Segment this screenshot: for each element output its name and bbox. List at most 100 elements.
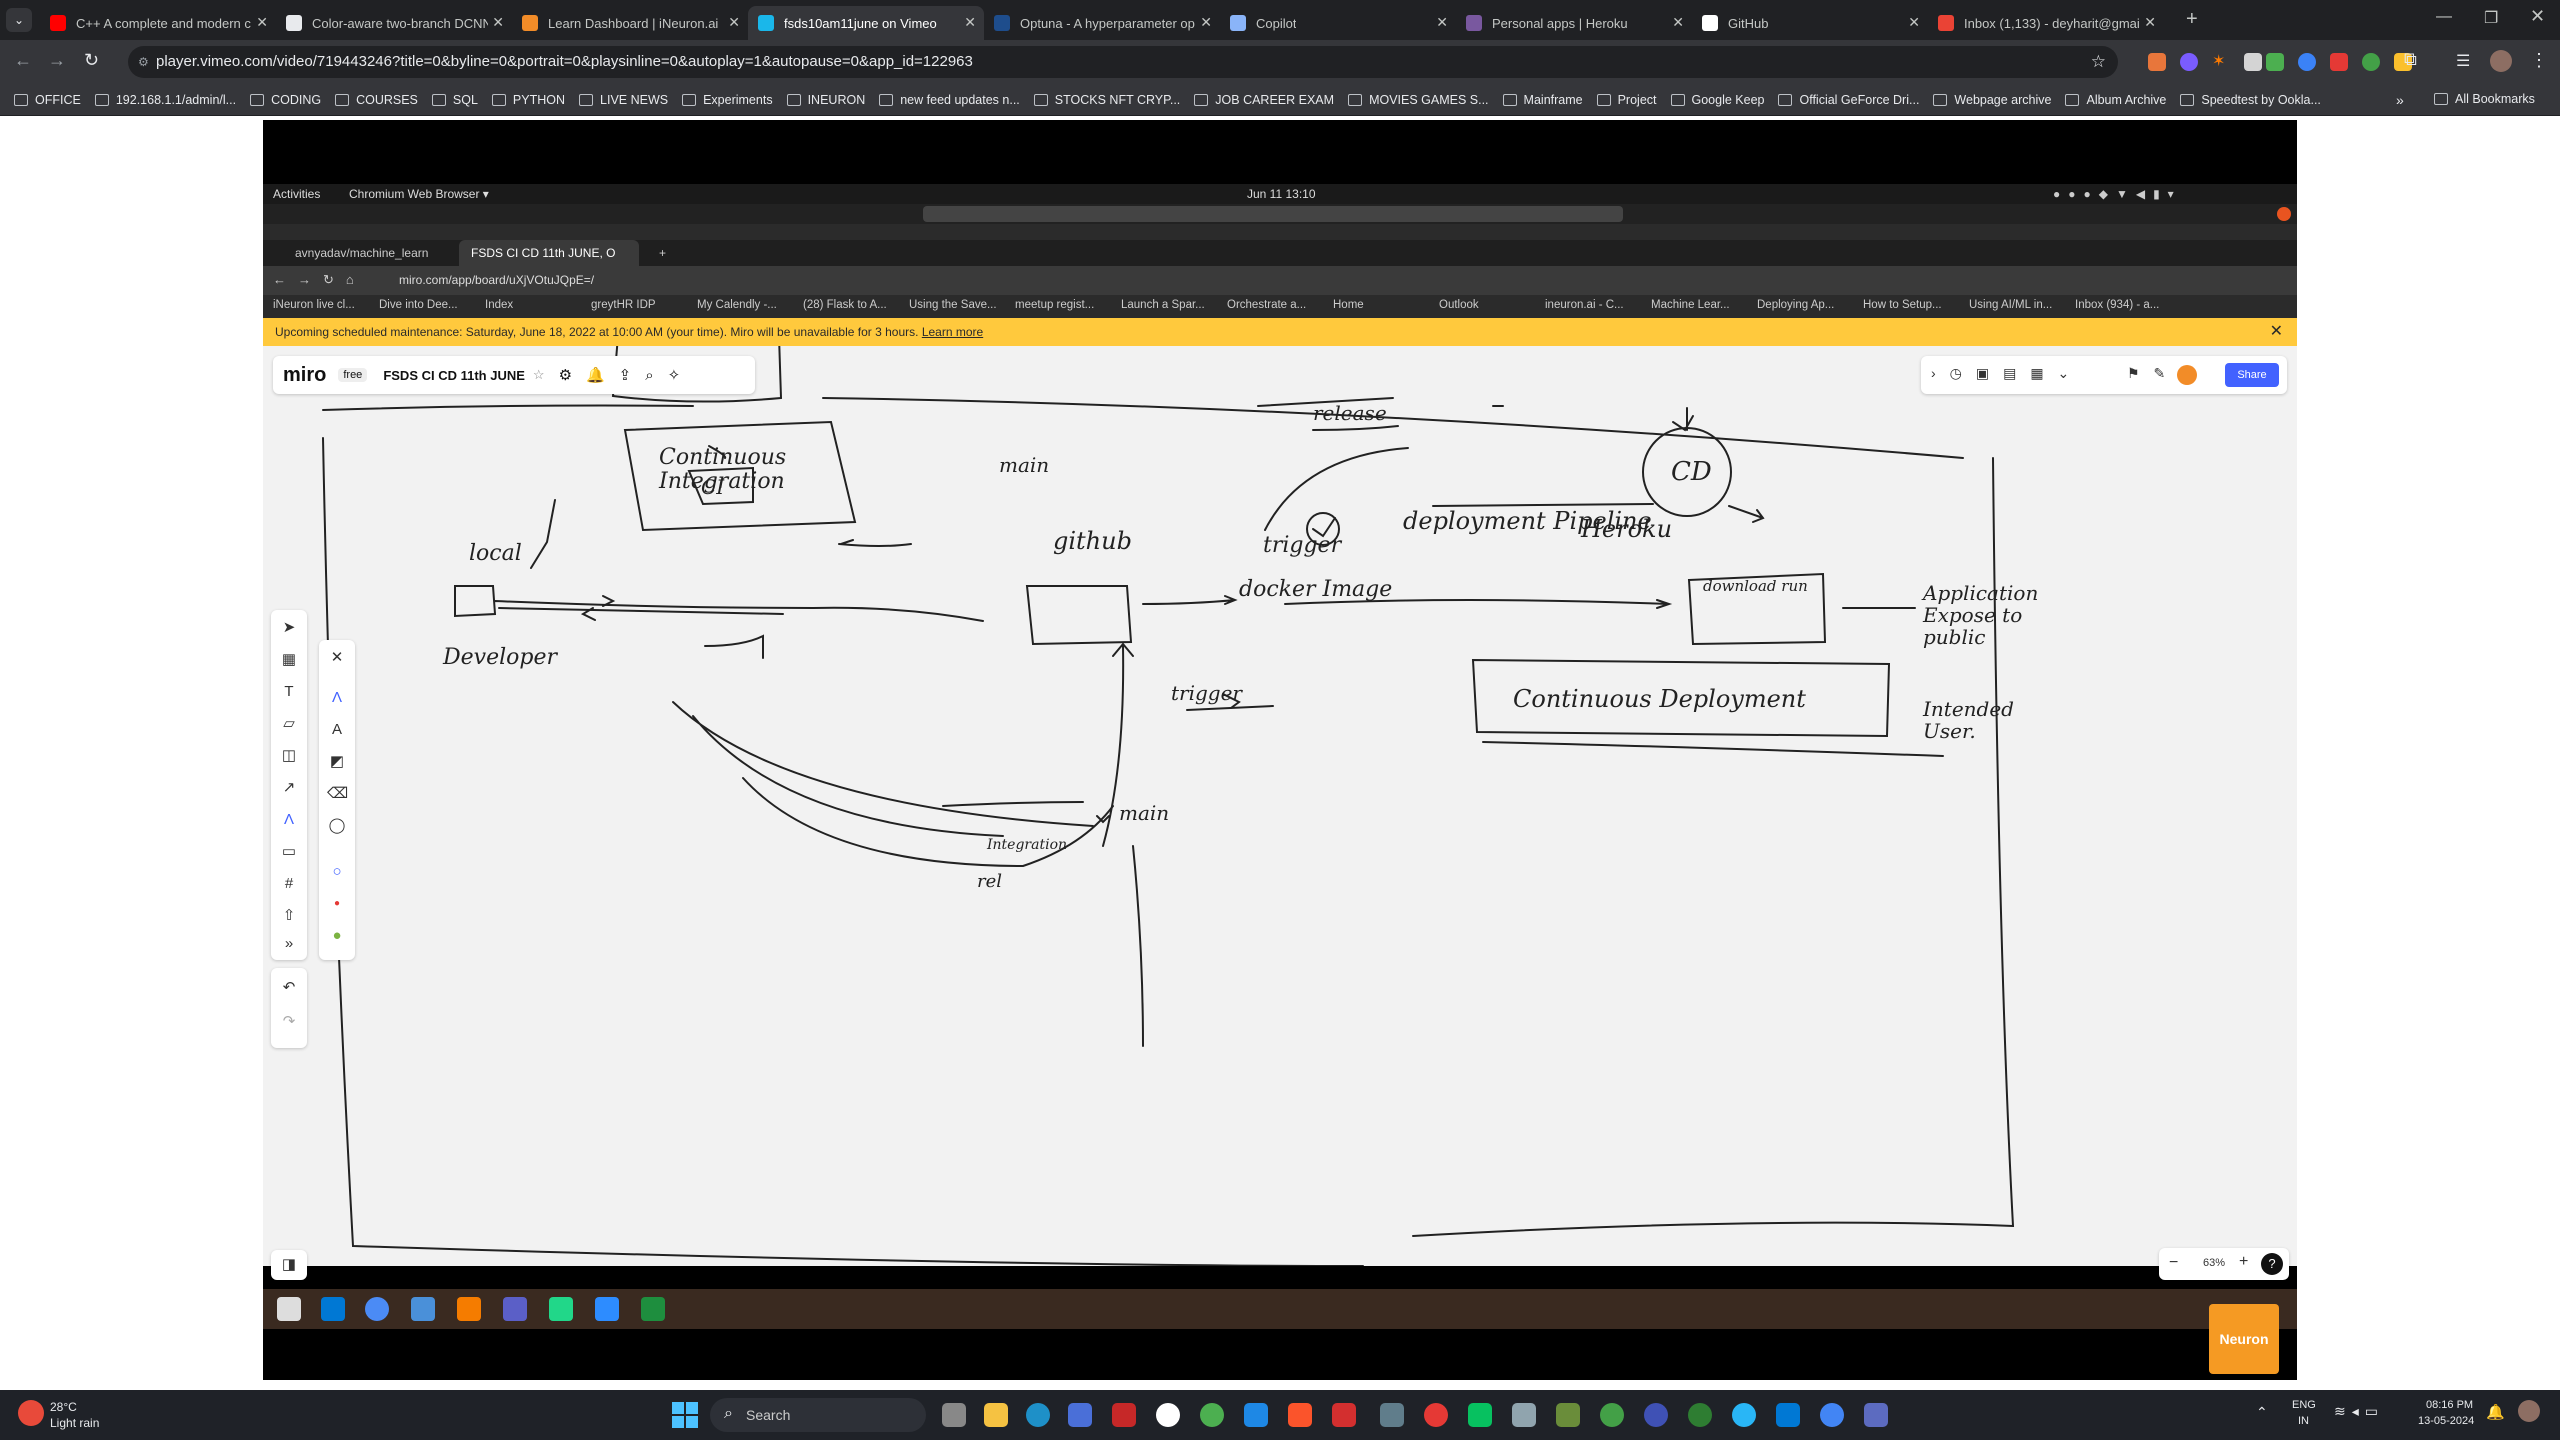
restore-button[interactable]: ❐ (2484, 8, 2498, 28)
extension-icon[interactable] (2362, 53, 2380, 71)
bookmark-item[interactable]: PYTHON (491, 93, 565, 107)
copilot-icon[interactable] (2518, 1400, 2540, 1422)
github-desktop-icon[interactable] (1156, 1403, 1180, 1427)
tab-search-icon[interactable]: ⌄ (6, 8, 32, 32)
app-icon[interactable] (1424, 1403, 1448, 1427)
minimize-button[interactable]: — (2436, 8, 2452, 26)
side-panel-icon[interactable]: ☰ (2456, 51, 2470, 71)
bookmark-item[interactable]: Speedtest by Ookla... (2180, 93, 2321, 107)
profile-avatar[interactable] (2490, 50, 2512, 72)
show-hidden-icons-chevron-icon[interactable]: ⌃ (2256, 1404, 2268, 1421)
weather-desc[interactable]: Light rain (50, 1416, 99, 1430)
app-icon[interactable] (1644, 1403, 1668, 1427)
close-tab-icon[interactable]: ✕ (1908, 14, 1920, 31)
bookmark-item[interactable]: Album Archive (2065, 93, 2166, 107)
browser-tab[interactable]: Learn Dashboard | iNeuron.ai ✕ (512, 6, 748, 40)
more-bookmarks-chevron-icon[interactable]: » (2396, 92, 2404, 108)
browser-tab[interactable]: Optuna - A hyperparameter op ✕ (984, 6, 1220, 40)
bookmark-item[interactable]: COURSES (335, 93, 418, 107)
bookmark-star-icon[interactable]: ☆ (2091, 46, 2106, 78)
bookmark-item[interactable]: CODING (250, 93, 321, 107)
app-icon[interactable] (1112, 1403, 1136, 1427)
weather-icon[interactable] (18, 1400, 44, 1426)
bookmark-item[interactable]: Mainframe (1502, 93, 1583, 107)
bookmark-item[interactable]: INEURON (786, 93, 865, 107)
close-tab-icon[interactable]: ✕ (728, 14, 740, 31)
bookmark-item[interactable]: SQL (431, 93, 478, 107)
task-view-icon[interactable] (942, 1403, 966, 1427)
close-tab-icon[interactable]: ✕ (256, 14, 268, 31)
vscode-icon[interactable] (1776, 1403, 1800, 1427)
browser-tab[interactable]: Copilot ✕ (1220, 6, 1456, 40)
bookmark-item[interactable]: Project (1596, 93, 1657, 107)
close-window-button[interactable]: ✕ (2530, 6, 2545, 27)
back-arrow-icon[interactable]: ← (14, 50, 32, 71)
app-icon[interactable] (1512, 1403, 1536, 1427)
bookmark-item[interactable]: Experiments (682, 93, 773, 107)
chrome-icon[interactable] (1200, 1403, 1224, 1427)
extension-icon[interactable] (2266, 53, 2284, 71)
close-tab-icon[interactable]: ✕ (1200, 14, 1212, 31)
bookmark-item[interactable]: Webpage archive (1933, 93, 2051, 107)
wifi-volume-battery-icons[interactable]: ≋◂▭ (2334, 1403, 2384, 1420)
extension-icon[interactable]: ✶ (2212, 51, 2225, 71)
forward-arrow-icon[interactable]: → (48, 50, 66, 71)
bookmark-item[interactable]: Google Keep (1670, 93, 1764, 107)
extension-icon[interactable] (2330, 53, 2348, 71)
bookmark-item[interactable]: OFFICE (14, 93, 81, 107)
extension-icon[interactable] (2180, 53, 2198, 71)
app-icon[interactable] (1732, 1403, 1756, 1427)
language-label[interactable]: ENG (2292, 1399, 2316, 1411)
extension-icon[interactable] (2148, 53, 2166, 71)
reload-icon[interactable]: ↻ (84, 50, 99, 71)
app-icon[interactable] (1556, 1403, 1580, 1427)
app-icon[interactable] (1244, 1403, 1268, 1427)
bookmark-item[interactable]: new feed updates n... (879, 93, 1020, 107)
extension-icon[interactable] (2244, 53, 2262, 71)
xbox-icon[interactable] (1688, 1403, 1712, 1427)
kebab-menu-icon[interactable]: ⋮ (2530, 50, 2548, 71)
xbox-icon[interactable] (1600, 1403, 1624, 1427)
close-tab-icon[interactable]: ✕ (964, 14, 976, 31)
site-info-icon[interactable]: ⚙ (138, 46, 149, 78)
address-bar[interactable]: ⚙ player.vimeo.com/video/719443246?title… (128, 46, 2118, 78)
browser-tab[interactable]: Color-aware two-branch DCNN ✕ (276, 6, 512, 40)
notification-bell-icon[interactable]: 🔔 (2486, 1403, 2505, 1421)
store-icon[interactable] (1068, 1403, 1092, 1427)
bookmark-item[interactable]: Official GeForce Dri... (1778, 93, 1919, 107)
region-label[interactable]: IN (2298, 1415, 2309, 1427)
app-icon[interactable] (1380, 1403, 1404, 1427)
extension-icon[interactable] (2298, 53, 2316, 71)
extensions-puzzle-icon[interactable]: ⧉ (2404, 49, 2417, 70)
bookmark-item[interactable]: MOVIES GAMES S... (1348, 93, 1489, 107)
clock-date[interactable]: 13-05-2024 (2418, 1415, 2474, 1427)
close-tab-icon[interactable]: ✕ (2144, 14, 2156, 31)
close-tab-icon[interactable]: ✕ (1436, 14, 1448, 31)
new-tab-button[interactable]: + (2186, 8, 2198, 31)
close-tab-icon[interactable]: ✕ (1672, 14, 1684, 31)
edge-icon[interactable] (1026, 1403, 1050, 1427)
clock-time[interactable]: 08:16 PM (2426, 1399, 2473, 1411)
browser-tab[interactable]: Personal apps | Heroku ✕ (1456, 6, 1692, 40)
app-icon[interactable] (1332, 1403, 1356, 1427)
app-icon[interactable] (1468, 1403, 1492, 1427)
video-frame[interactable]: Activities Chromium Web Browser ▾ Jun 11… (263, 120, 2297, 1380)
close-tab-icon[interactable]: ✕ (492, 14, 504, 31)
brave-icon[interactable] (1288, 1403, 1312, 1427)
chrome-icon[interactable] (1820, 1403, 1844, 1427)
bookmark-item[interactable]: STOCKS NFT CRYP... (1033, 93, 1180, 107)
sketch-label-trigger2: trigger (1171, 681, 1242, 705)
windows-start-icon[interactable] (672, 1402, 698, 1428)
app-icon[interactable] (1864, 1403, 1888, 1427)
bookmark-item[interactable]: JOB CAREER EXAM (1194, 93, 1334, 107)
browser-tab[interactable]: GitHub ✕ (1692, 6, 1928, 40)
all-bookmarks-folder[interactable]: All Bookmarks (2434, 92, 2535, 106)
bookmark-item[interactable]: LIVE NEWS (579, 93, 668, 107)
browser-tab[interactable]: C++ A complete and modern c ✕ (40, 6, 276, 40)
weather-temp[interactable]: 28°C (50, 1400, 77, 1414)
file-explorer-icon[interactable] (984, 1403, 1008, 1427)
browser-tab[interactable]: Inbox (1,133) - deyharit@gmail ✕ (1928, 6, 2164, 40)
bookmark-item[interactable]: 192.168.1.1/admin/l... (94, 93, 236, 107)
browser-tab[interactable]: fsds10am11june on Vimeo ✕ (748, 6, 984, 40)
taskbar-search-box[interactable]: ⌕ Search (710, 1398, 926, 1432)
